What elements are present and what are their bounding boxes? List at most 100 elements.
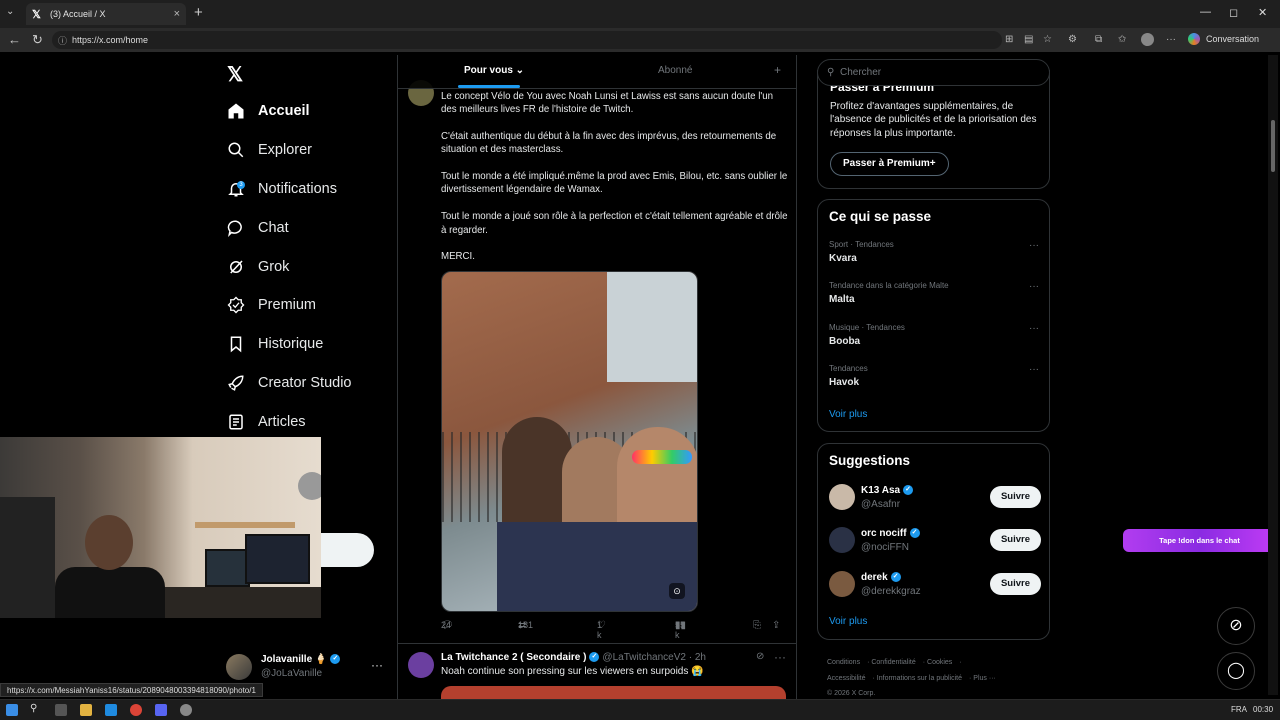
suggestion-name-row: orc nociff ✓ — [861, 528, 920, 539]
footer-link[interactable]: Confidentialité — [871, 659, 915, 666]
more-icon[interactable]: ··· — [371, 658, 383, 672]
edge-icon[interactable] — [105, 704, 117, 716]
article-icon — [226, 412, 246, 432]
image-grok-icon[interactable]: ⊙ — [669, 583, 685, 599]
notification-badge: 3 — [237, 181, 245, 189]
tweet-author-name[interactable]: La Twitchance 2 ( Secondaire ) — [441, 652, 586, 663]
trend-item[interactable]: Tendances Havok ··· — [829, 364, 1039, 394]
tab-for-you[interactable]: Pour vous ⌄ — [457, 65, 524, 88]
wc-chair — [0, 497, 55, 618]
avatar — [226, 654, 252, 680]
more-icon[interactable]: ··· — [1029, 240, 1039, 251]
nav-item-articles[interactable]: Articles — [226, 407, 306, 437]
x-logo-icon[interactable]: 𝕏 — [227, 62, 243, 87]
stream-chat-banner: Tape !don dans le chat — [1123, 529, 1276, 552]
maximize-icon[interactable]: ◻ — [1229, 6, 1238, 19]
tweet-author-handle[interactable]: @LaTwitchanceV2 · 2h — [602, 652, 706, 663]
suggestion-item[interactable]: orc nociff ✓ @nociFFN Suivre — [829, 526, 1041, 556]
more-icon[interactable]: ··· — [1166, 34, 1176, 45]
url-field[interactable]: ⓘ https://x.com/home — [52, 31, 1002, 49]
discord-icon[interactable] — [155, 704, 167, 716]
file-explorer-icon[interactable] — [80, 704, 92, 716]
suggestion-name: K13 Asa — [861, 485, 901, 496]
footer-link[interactable]: Plus ··· — [973, 675, 996, 682]
suggestion-name: derek — [861, 572, 888, 583]
follow-button[interactable]: Suivre — [990, 486, 1041, 508]
tab-list-icon[interactable]: ⌄ — [6, 6, 14, 17]
back-icon[interactable]: ← — [8, 32, 21, 47]
language-indicator[interactable]: FRA — [1231, 705, 1247, 714]
footer-link[interactable]: Informations sur la publicité — [877, 675, 962, 682]
obs-icon[interactable] — [180, 704, 192, 716]
site-info-icon[interactable]: ⓘ — [58, 34, 67, 47]
avatar[interactable] — [829, 484, 855, 510]
account-switcher[interactable]: Jolavanille 🍦 ✓ @JoLaVanille ··· — [226, 652, 386, 682]
suggestion-item[interactable]: derek ✓ @derekkgraz Suivre — [829, 570, 1041, 600]
more-icon[interactable]: ··· — [774, 650, 786, 664]
nav-label: Articles — [258, 414, 306, 430]
close-tab-icon[interactable]: × — [174, 8, 180, 20]
footer-link[interactable]: Cookies — [927, 659, 952, 666]
browser-tab[interactable]: 𝕏 (3) Accueil / X × — [26, 3, 186, 25]
windows-taskbar: ⚲ FRA 00:30 — [0, 699, 1280, 720]
messages-fab-button[interactable]: ◯ — [1217, 652, 1255, 690]
chrome-icon[interactable] — [130, 704, 142, 716]
nav-item-premium[interactable]: Premium — [226, 290, 316, 320]
follow-button[interactable]: Suivre — [990, 529, 1041, 551]
premium-button[interactable]: Passer à Premium+ — [830, 152, 949, 176]
nav-item-creator-studio[interactable]: Creator Studio — [226, 368, 352, 398]
more-icon[interactable]: ··· — [1029, 364, 1039, 375]
suggestion-name-row: derek ✓ — [861, 572, 901, 583]
browser-profile-avatar[interactable] — [1141, 33, 1154, 46]
nav-item-explore[interactable]: Explorer — [226, 135, 312, 165]
scroll-thumb[interactable] — [1271, 120, 1275, 172]
app-icon[interactable]: ⊞ — [1005, 34, 1013, 45]
browser-tab-bar: ⌄ 𝕏 (3) Accueil / X × + — ◻ ✕ — [0, 0, 1280, 28]
start-icon[interactable] — [6, 704, 18, 716]
more-icon[interactable]: ··· — [1029, 323, 1039, 334]
reload-icon[interactable]: ↻ — [32, 32, 43, 48]
tweet-text: Le concept Vélo de You avec Noah Lunsi e… — [441, 90, 791, 277]
nav-item-grok[interactable]: Grok — [226, 252, 289, 282]
grok-icon[interactable]: ⊘ — [756, 651, 764, 662]
search-placeholder: Chercher — [840, 67, 882, 78]
new-tab-button[interactable]: + — [194, 4, 203, 21]
add-tab-icon[interactable]: + — [774, 63, 781, 77]
timeline[interactable]: Pour vous ⌄ Abonné + Le concept Vélo de … — [397, 55, 797, 720]
scrollbar[interactable] — [1268, 55, 1278, 695]
favorite-star-icon[interactable]: ☆ — [1043, 34, 1052, 45]
copilot-conversation-button[interactable]: Conversation — [1188, 33, 1259, 45]
favorites-icon[interactable]: ✩ — [1118, 34, 1126, 45]
nav-item-home[interactable]: Accueil — [226, 96, 310, 126]
split-screen-icon[interactable]: ⧉ — [1095, 34, 1102, 45]
footer-link[interactable]: Conditions — [827, 659, 860, 666]
see-more-link[interactable]: Voir plus — [829, 616, 867, 627]
nav-item-notifications[interactable]: 3 Notifications — [226, 174, 337, 204]
grok-fab-button[interactable]: ⊘ — [1217, 607, 1255, 645]
trend-item[interactable]: Tendance dans la catégorie Malte Malta ·… — [829, 281, 1039, 311]
wc-person — [55, 567, 165, 618]
nav-item-chat[interactable]: Chat — [226, 213, 289, 243]
see-more-link[interactable]: Voir plus — [829, 409, 867, 420]
avatar[interactable] — [408, 652, 434, 678]
clock[interactable]: 00:30 — [1253, 705, 1273, 714]
minimize-icon[interactable]: — — [1200, 6, 1211, 18]
task-view-icon[interactable] — [55, 704, 67, 716]
follow-button[interactable]: Suivre — [990, 573, 1041, 595]
footer-link[interactable]: Accessibilité — [827, 675, 866, 682]
more-icon[interactable]: ··· — [1029, 281, 1039, 292]
avatar[interactable] — [829, 571, 855, 597]
nav-item-history[interactable]: Historique — [226, 329, 323, 359]
trend-item[interactable]: Musique · Tendances Booba ··· — [829, 323, 1039, 353]
search-input[interactable]: ⚲ Chercher — [817, 59, 1050, 86]
close-window-icon[interactable]: ✕ — [1258, 6, 1267, 19]
tweet-photo[interactable]: ⊙ — [441, 271, 698, 612]
search-icon[interactable]: ⚲ — [30, 703, 42, 715]
extensions-icon[interactable]: ⚙ — [1068, 34, 1077, 45]
tab-following[interactable]: Abonné — [658, 65, 692, 76]
bookmark-icon — [226, 334, 246, 354]
suggestion-item[interactable]: K13 Asa ✓ @Asafnr Suivre — [829, 483, 1041, 513]
avatar[interactable] — [829, 527, 855, 553]
trend-item[interactable]: Sport · Tendances Kvara ··· — [829, 240, 1039, 270]
reader-icon[interactable]: ▤ — [1024, 34, 1033, 45]
